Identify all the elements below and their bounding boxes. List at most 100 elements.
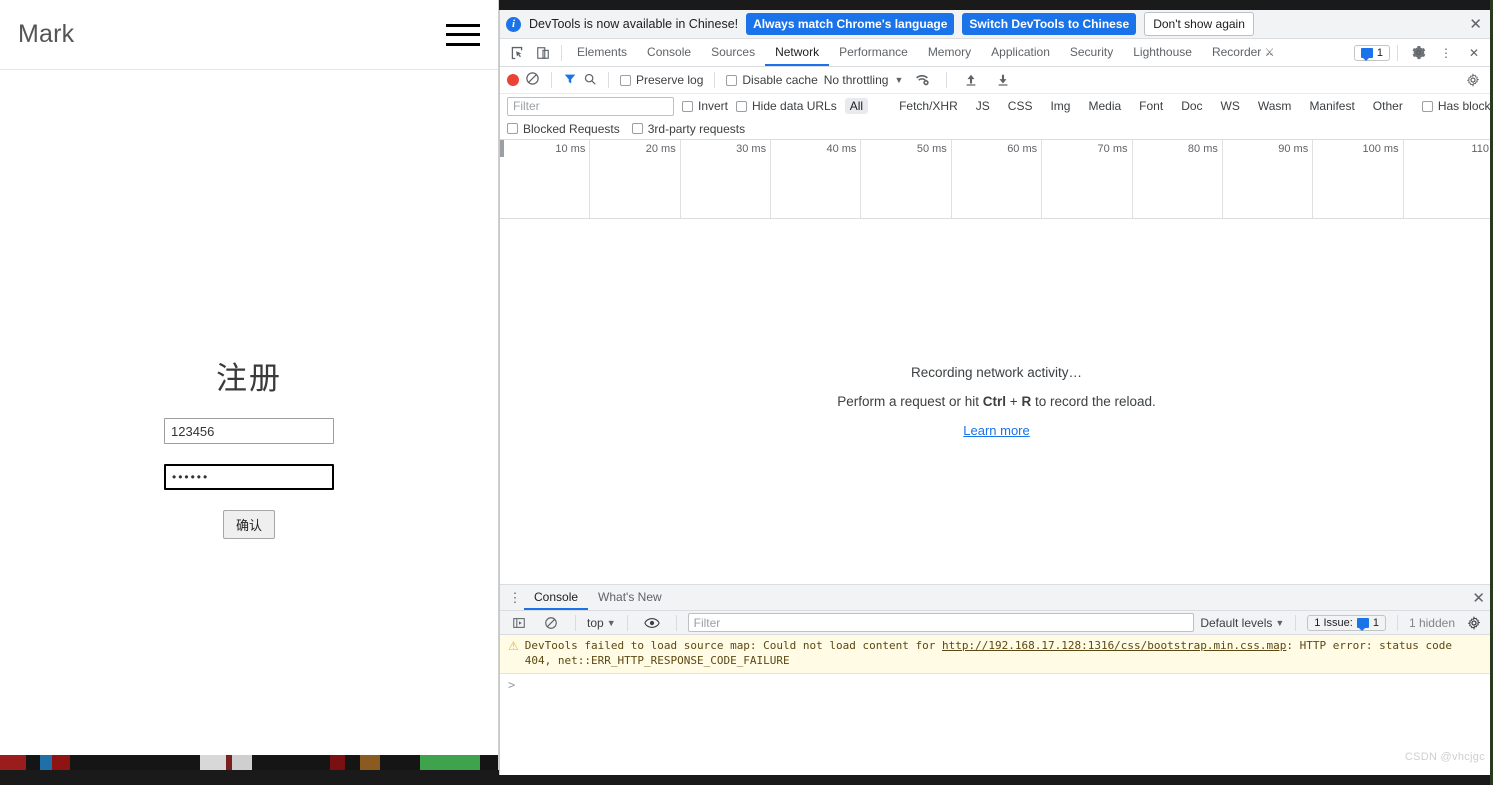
disable-cache-checkbox[interactable]: Disable cache xyxy=(726,73,818,87)
tab-memory[interactable]: Memory xyxy=(918,39,981,66)
drawer-kebab-icon[interactable]: ⋮ xyxy=(506,591,524,604)
search-icon[interactable] xyxy=(583,72,597,89)
site-brand[interactable]: Mark xyxy=(18,20,74,49)
type-filter-ws[interactable]: WS xyxy=(1216,98,1245,114)
net-divider-2 xyxy=(608,72,609,88)
preserve-log-checkbox[interactable]: Preserve log xyxy=(620,73,703,87)
source-map-url-link[interactable]: http://192.168.17.128:1316/css/bootstrap… xyxy=(942,639,1286,652)
drawer-tab-console[interactable]: Console xyxy=(524,585,589,610)
invert-checkbox[interactable]: Invert xyxy=(682,99,728,113)
disable-cache-box xyxy=(726,74,738,86)
hamburger-bar-3 xyxy=(446,42,480,46)
tab-sources[interactable]: Sources xyxy=(701,39,765,66)
console-warning-message[interactable]: ⚠ DevTools failed to load source map: Co… xyxy=(500,635,1493,674)
type-filter-manifest[interactable]: Manifest xyxy=(1304,98,1359,114)
export-har-icon[interactable] xyxy=(990,68,1016,92)
dont-show-again-button[interactable]: Don't show again xyxy=(1144,12,1254,36)
close-devtools-icon[interactable]: ✕ xyxy=(1461,41,1487,65)
clear-console-icon[interactable] xyxy=(538,611,564,635)
gear-icon[interactable] xyxy=(1405,41,1431,65)
tab-performance[interactable]: Performance xyxy=(829,39,918,66)
tab-lighthouse[interactable]: Lighthouse xyxy=(1123,39,1202,66)
username-input[interactable] xyxy=(164,418,334,444)
timeline-tick: 110 xyxy=(1404,140,1493,218)
close-icon[interactable]: ✕ xyxy=(1466,15,1485,33)
clear-network-log-icon[interactable] xyxy=(525,71,540,89)
network-filter-row: Invert Hide data URLs All Fetch/XHR JS C… xyxy=(500,94,1493,118)
network-conditions-icon[interactable] xyxy=(909,68,935,92)
device-toolbar-icon[interactable] xyxy=(530,41,556,65)
type-filter-img[interactable]: Img xyxy=(1045,98,1075,114)
watermark: CSDN @vhcjgc xyxy=(1404,751,1485,763)
network-blocked-row: Blocked Requests 3rd-party requests xyxy=(500,118,1493,140)
invert-label: Invert xyxy=(698,99,729,113)
has-blocked-cookies-label: Has blocked cookies xyxy=(1437,99,1493,113)
blocked-requests-checkbox[interactable]: Blocked Requests xyxy=(507,122,620,136)
timeline-tick: 80 ms xyxy=(1133,140,1223,218)
timeline-tick-label: 100 ms xyxy=(1362,143,1399,155)
issues-counter-button[interactable]: 1 xyxy=(1353,44,1390,61)
learn-more-link[interactable]: Learn more xyxy=(963,423,1029,438)
tab-elements[interactable]: Elements xyxy=(567,39,637,66)
issues-icon xyxy=(1356,617,1369,631)
browser-page-viewport: Mark 注册 确认 xyxy=(0,0,499,770)
execution-context-select[interactable]: top ▼ xyxy=(587,616,616,630)
type-filter-js[interactable]: JS xyxy=(971,98,995,114)
infobar-message: DevTools is now available in Chinese! xyxy=(529,17,739,31)
hide-data-urls-label: Hide data URLs xyxy=(752,99,837,113)
timeline-tick: 40 ms xyxy=(771,140,862,218)
throttling-select[interactable]: No throttling xyxy=(824,73,889,87)
tab-recorder-label: Recorder xyxy=(1211,45,1262,59)
execution-context-label: top xyxy=(587,615,604,630)
record-button[interactable] xyxy=(507,74,519,86)
type-filter-media[interactable]: Media xyxy=(1083,98,1126,114)
chevron-down-icon[interactable]: ▼ xyxy=(894,75,903,85)
type-filter-doc[interactable]: Doc xyxy=(1176,98,1207,114)
tab-security[interactable]: Security xyxy=(1060,39,1123,66)
console-sidebar-icon[interactable] xyxy=(506,611,532,635)
confirm-button[interactable]: 确认 xyxy=(222,510,275,539)
console-divider-3 xyxy=(675,614,677,631)
tab-console[interactable]: Console xyxy=(637,39,701,66)
timeline-tick: 100 ms xyxy=(1313,140,1404,218)
drawer-tab-whats-new[interactable]: What's New xyxy=(588,585,672,610)
hint-prefix: Perform a request or hit xyxy=(837,394,983,409)
network-filter-input[interactable] xyxy=(507,96,674,116)
password-input[interactable] xyxy=(164,464,334,490)
preserve-log-label: Preserve log xyxy=(636,73,704,87)
console-hidden-count: 1 hidden xyxy=(1408,615,1455,630)
network-timeline-overview[interactable]: 10 ms 20 ms 30 ms 40 ms 50 ms 60 ms 70 m… xyxy=(500,140,1493,219)
import-har-icon[interactable] xyxy=(958,68,984,92)
type-filter-font[interactable]: Font xyxy=(1134,98,1168,114)
hide-data-urls-checkbox[interactable]: Hide data URLs xyxy=(736,99,837,113)
console-levels-select[interactable]: Default levels ▼ xyxy=(1200,616,1284,630)
third-party-requests-checkbox[interactable]: 3rd-party requests xyxy=(631,122,745,136)
third-party-requests-box xyxy=(631,123,643,134)
tab-application[interactable]: Application xyxy=(981,39,1060,66)
tab-network[interactable]: Network xyxy=(765,39,830,66)
hamburger-icon[interactable] xyxy=(446,23,480,46)
console-issues-button[interactable]: 1 Issue: 1 xyxy=(1307,614,1386,631)
switch-to-chinese-button[interactable]: Switch DevTools to Chinese xyxy=(962,13,1137,35)
network-settings-gear-icon[interactable] xyxy=(1460,68,1486,92)
type-filter-wasm[interactable]: Wasm xyxy=(1253,98,1297,114)
filter-icon[interactable] xyxy=(563,72,577,89)
type-filter-fetch-xhr[interactable]: Fetch/XHR xyxy=(894,98,963,114)
console-prompt[interactable]: > xyxy=(500,674,1493,696)
live-expression-eye-icon[interactable] xyxy=(639,611,665,635)
console-divider-2 xyxy=(626,614,628,631)
hint-key-ctrl: Ctrl xyxy=(982,394,1007,409)
type-filter-other[interactable]: Other xyxy=(1368,98,1408,114)
type-filter-all[interactable]: All xyxy=(844,98,869,114)
always-match-language-button[interactable]: Always match Chrome's language xyxy=(746,13,955,35)
tab-recorder[interactable]: Recorder ⚔ xyxy=(1202,39,1285,66)
has-blocked-cookies-checkbox[interactable]: Has blocked cookies xyxy=(1421,99,1493,113)
type-filter-css[interactable]: CSS xyxy=(1003,98,1038,114)
timeline-tick-label: 110 xyxy=(1471,143,1489,155)
kebab-icon[interactable]: ⋮ xyxy=(1433,41,1459,65)
devtools-tabstrip: Elements Console Sources Network Perform… xyxy=(500,39,1493,67)
warning-icon: ⚠ xyxy=(508,639,519,653)
console-filter-input[interactable] xyxy=(687,613,1195,632)
inspect-element-icon[interactable] xyxy=(504,41,530,65)
console-settings-gear-icon[interactable] xyxy=(1461,611,1487,635)
